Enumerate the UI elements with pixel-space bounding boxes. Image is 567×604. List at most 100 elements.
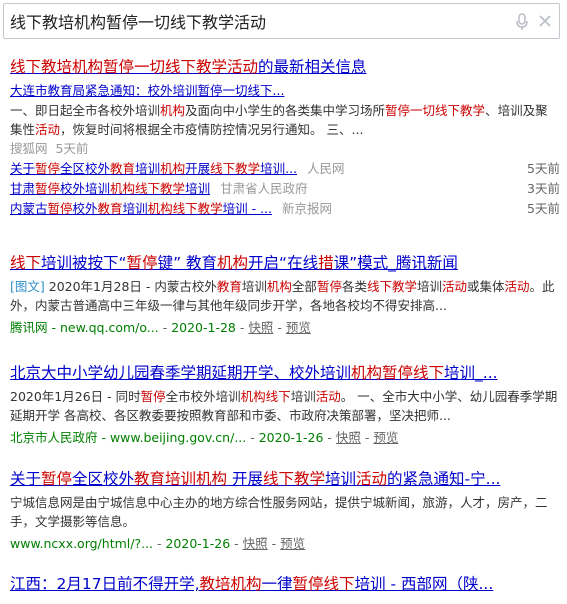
image-text-tag: [图文] bbox=[10, 279, 45, 294]
highlight-text: 教育 bbox=[216, 279, 242, 294]
text-segment: 培训 - 西部网（陕... bbox=[354, 575, 494, 593]
sub-news-link[interactable]: 内蒙古暂停校外教育培训机构线下教学培训 - ... bbox=[10, 201, 272, 216]
highlight-text: 机构 bbox=[160, 161, 186, 176]
highlight-text: 线下教学 bbox=[366, 279, 417, 294]
text-segment: 培训 bbox=[416, 279, 442, 294]
text-segment: 及面向中小学生的各类集中学习场所 bbox=[185, 103, 386, 118]
text-segment: 或集体 bbox=[467, 279, 505, 294]
result-item: 江西：2月17日前不得开学,教培机构一律暂停线下培训 - 西部网（陕... bbox=[10, 573, 560, 595]
result-snippet: 一、即日起全市各校外培训机构及面向中小学生的各类集中学习场所暂停一切线下教学、培… bbox=[10, 101, 560, 139]
sub-news-link[interactable]: 关于暂停全区校外教育培训机构开展线下教学培训... bbox=[10, 161, 297, 176]
text-segment: 开展 bbox=[185, 161, 211, 176]
highlight-text: 活动 bbox=[442, 279, 468, 294]
highlight-text: 机构 bbox=[160, 103, 186, 118]
text-segment: 开展 bbox=[227, 470, 263, 488]
highlight-text: 线下 bbox=[10, 254, 42, 272]
result-date: 2020-1-26 bbox=[258, 430, 324, 445]
highlight-text: 教育 bbox=[97, 201, 123, 216]
text-segment: 键” 教育 bbox=[157, 254, 218, 272]
highlight-text: 机构 bbox=[217, 254, 249, 272]
highlight-text: 暂停 bbox=[35, 161, 61, 176]
text-segment: 培训 - ... bbox=[222, 201, 272, 216]
result-item: 线下培训被按下“暂停键” 教育机构开启“在线措课”模式_腾讯新闻 [图文] 20… bbox=[10, 252, 560, 337]
sub-news-item: 关于暂停全区校外教育培训机构开展线下教学培训... 人民网 5天前 bbox=[10, 159, 560, 179]
sub-news-item: 内蒙古暂停校外教育培训机构线下教学培训 - ... 新京报网 5天前 bbox=[10, 199, 560, 219]
text-segment: 培训... bbox=[260, 161, 298, 176]
result-url: 腾讯网 - new.qq.com/o... bbox=[10, 320, 159, 335]
highlight-text: 活动 bbox=[315, 389, 341, 404]
text-segment: ，恢复时间将根据全市疫情防控情况另行通知。 三、... bbox=[60, 122, 364, 137]
highlight-text: 线下教培机构暂停一切线下教学活动 bbox=[10, 58, 259, 76]
highlight-text: 活动 bbox=[504, 279, 530, 294]
highlight-text: 机构 bbox=[266, 279, 292, 294]
text-segment: 培训 bbox=[325, 470, 357, 488]
text-segment: 开启“在线 bbox=[248, 254, 319, 272]
search-input[interactable] bbox=[10, 4, 500, 38]
highlight-text: 暂停一切线下教学 bbox=[385, 103, 486, 118]
text-segment: 关于 bbox=[10, 470, 42, 488]
top-news-link[interactable]: 大连市教育局紧急通知：校外培训暂停一切线下... bbox=[10, 81, 560, 101]
text-segment: 2020年1月26日 - 同时 bbox=[10, 389, 141, 404]
result-source: 搜狐网 5天前 bbox=[10, 141, 89, 156]
text-segment: 的紧急通知-宁... bbox=[387, 470, 501, 488]
text-segment: 关于 bbox=[10, 161, 36, 176]
result-meta: 腾讯网 - new.qq.com/o... - 2020-1-28 - 快照 -… bbox=[10, 320, 311, 335]
result-url: 北京市人民政府 - www.beijing.gov.cn/... bbox=[10, 430, 247, 445]
text-segment: 培训 bbox=[135, 161, 161, 176]
highlight-text: 暂停线下 bbox=[292, 575, 355, 593]
snapshot-link[interactable]: 快照 bbox=[248, 320, 273, 335]
sub-news-source: 甘肃省人民政府 bbox=[220, 181, 308, 196]
result-title[interactable]: 线下培训被按下“暂停键” 教育机构开启“在线措课”模式_腾讯新闻 bbox=[10, 252, 560, 274]
text-segment: 甘肃 bbox=[10, 181, 36, 196]
text-segment: 各类 bbox=[341, 279, 367, 294]
text-segment: 全区校外 bbox=[72, 470, 135, 488]
result-title[interactable]: 江西：2月17日前不得开学,教培机构一律暂停线下培训 - 西部网（陕... bbox=[10, 573, 560, 595]
text-segment: 全市校外培训 bbox=[165, 389, 241, 404]
sub-news-link[interactable]: 甘肃暂停校外培训机构线下教学培训 bbox=[10, 181, 210, 196]
text-segment: 全区校外 bbox=[60, 161, 111, 176]
text-segment: 一、即日起全市各校外培训 bbox=[10, 103, 161, 118]
microphone-icon[interactable] bbox=[515, 13, 529, 31]
highlight-text: 教育培训机构 bbox=[134, 470, 228, 488]
snapshot-link[interactable]: 快照 bbox=[243, 536, 268, 551]
result-meta: www.ncxx.org/html/?... - 2020-1-26 - 快照 … bbox=[10, 536, 306, 551]
result-date: 2020-1-26 bbox=[165, 536, 231, 551]
highlight-text: 暂停 bbox=[140, 389, 166, 404]
text-segment: 江西：2月17日前不得开学, bbox=[10, 575, 200, 593]
text-segment: 培训 bbox=[290, 389, 316, 404]
result-title[interactable]: 线下教培机构暂停一切线下教学活动的最新相关信息 bbox=[10, 56, 560, 78]
result-meta: 北京市人民政府 - www.beijing.gov.cn/... - 2020-… bbox=[10, 430, 399, 445]
preview-link[interactable]: 预览 bbox=[280, 536, 305, 551]
result-date: 2020-1-28 bbox=[171, 320, 236, 335]
highlight-text: 教培机构 bbox=[199, 575, 262, 593]
text-segment: 培训被按下“ bbox=[41, 254, 127, 272]
text-segment: 全部 bbox=[291, 279, 317, 294]
sub-news-date: 3天前 bbox=[527, 181, 560, 196]
text-segment: 2020年1月28日 - 内蒙古校外 bbox=[44, 279, 217, 294]
text-segment: 校外 bbox=[72, 201, 98, 216]
search-bar bbox=[3, 3, 560, 39]
text-segment: 培训_... bbox=[444, 364, 498, 382]
highlight-text: 活动 bbox=[356, 470, 388, 488]
highlight-text: 暂停 bbox=[41, 470, 73, 488]
text-segment: 宁城信息网是由宁城信息中心主办的地方综合性服务网站，提供宁城新闻，旅游，人才，房… bbox=[10, 495, 548, 529]
highlight-text: 线下教学 bbox=[210, 161, 261, 176]
sub-news-source: 新京报网 bbox=[281, 201, 332, 216]
result-title[interactable]: 关于暂停全区校外教育培训机构 开展线下教学培训活动的紧急通知-宁... bbox=[10, 468, 560, 490]
close-icon[interactable] bbox=[538, 14, 552, 28]
highlight-text: 教育 bbox=[110, 161, 136, 176]
highlight-text: 措 bbox=[318, 254, 334, 272]
preview-link[interactable]: 预览 bbox=[373, 430, 398, 445]
highlight-text: 暂停 bbox=[47, 201, 73, 216]
highlight-text: 活动 bbox=[35, 122, 61, 137]
snapshot-link[interactable]: 快照 bbox=[336, 430, 361, 445]
sub-news-item: 甘肃暂停校外培训机构线下教学培训 甘肃省人民政府 3天前 bbox=[10, 179, 560, 199]
highlight-text: 暂停 bbox=[35, 181, 61, 196]
text-segment: 的最新相关信息 bbox=[258, 58, 367, 76]
result-item: 线下教培机构暂停一切线下教学活动的最新相关信息 大连市教育局紧急通知：校外培训暂… bbox=[10, 56, 560, 219]
text-segment: 课”模式_腾讯新闻 bbox=[333, 254, 458, 272]
result-snippet: [图文] 2020年1月28日 - 内蒙古校外教育培训机构全部暂停各类线下教学培… bbox=[10, 277, 560, 315]
text-segment: 培训 bbox=[185, 181, 211, 196]
result-title[interactable]: 北京大中小学幼儿园春季学期延期开学、校外培训机构暂停线下培训_... bbox=[10, 362, 560, 384]
preview-link[interactable]: 预览 bbox=[286, 320, 311, 335]
